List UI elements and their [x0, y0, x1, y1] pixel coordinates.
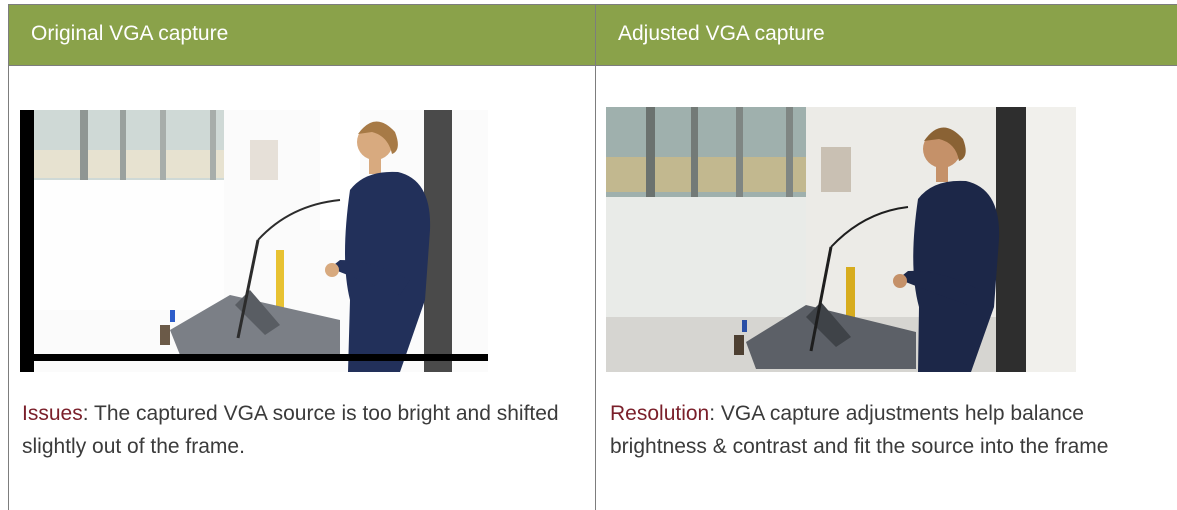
issues-label: Issues: [22, 402, 83, 425]
comparison-table: Original VGA capture Adjusted VGA captur…: [0, 0, 1177, 510]
header-cell-adjusted: Adjusted VGA capture: [595, 4, 1177, 66]
header-original-label: Original VGA capture: [31, 22, 229, 45]
original-caption: Issues: The captured VGA source is too b…: [22, 397, 582, 463]
resolution-label: Resolution: [610, 402, 710, 425]
table-border-middle: [595, 66, 596, 510]
adjusted-caption: Resolution: VGA capture adjustments help…: [610, 397, 1170, 463]
original-capture-image: [20, 110, 488, 372]
adjusted-capture-image: [606, 107, 1076, 372]
issues-text: : The captured VGA source is too bright …: [22, 402, 559, 458]
table-border-left: [8, 66, 9, 510]
header-cell-original: Original VGA capture: [8, 4, 595, 66]
header-adjusted-label: Adjusted VGA capture: [618, 22, 825, 45]
